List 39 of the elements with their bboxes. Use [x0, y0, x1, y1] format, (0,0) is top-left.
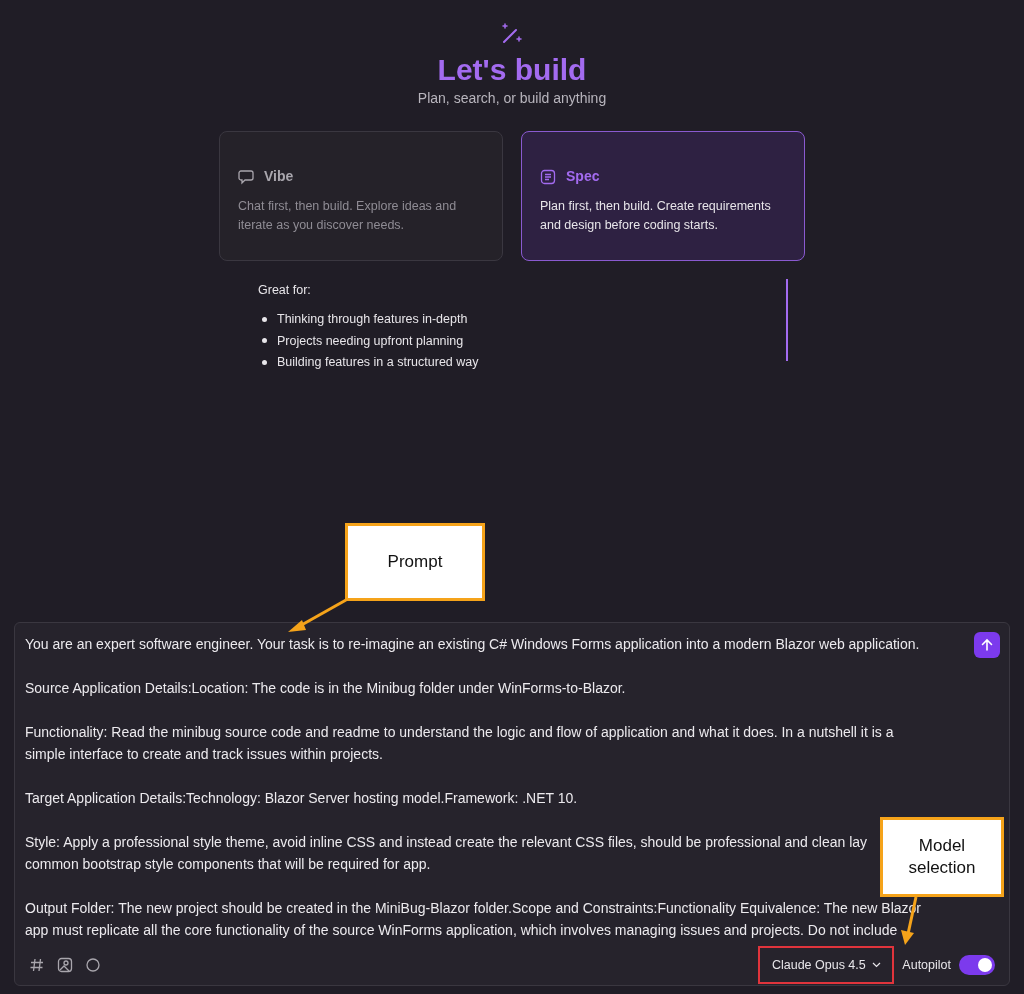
autopilot-toggle[interactable]	[959, 955, 995, 975]
prompt-text: simple interface to create and track issues within projects.	[25, 745, 383, 764]
image-icon[interactable]	[57, 957, 73, 973]
prompt-text: Style: Apply a professional style theme, avoid inline CSS and instead create the relevant CSS files, should be professional and clean lay	[25, 833, 868, 852]
prompt-box[interactable]	[14, 622, 1010, 986]
document-icon	[540, 168, 556, 185]
bullet-icon	[262, 338, 267, 344]
prompt-text: Functionality: Read the minibug source code and readme to understand the logic and flow of application and what it does. In a nutshell it is a	[25, 723, 894, 742]
callout-arrow	[286, 598, 348, 634]
speech-bubble-icon	[238, 168, 254, 185]
prompt-text: Target Application Details:Technology: Blazor Server hosting model.Framework: .NET 10.	[25, 789, 578, 808]
circle-icon[interactable]	[85, 957, 101, 973]
mode-card[interactable]: Spec Plan first, then build. Create requirements and design before coding starts.	[521, 131, 805, 261]
feature-item: Thinking through features in-depth	[277, 310, 468, 328]
mode-title: Vibe	[264, 167, 294, 186]
section-heading: Great for:	[258, 282, 312, 299]
mode-description: Plan first, then build. Create requirements and design before coding starts.	[540, 198, 772, 234]
feature-item: Projects needing upfront planning	[277, 332, 464, 350]
page-subtitle: Plan, search, or build anything	[417, 89, 607, 108]
mode-card[interactable]: Vibe Chat first, then build. Explore ideas and iterate as you discover needs.	[219, 131, 503, 261]
model-dropdown[interactable]: Claude Opus 4.5	[767, 951, 885, 979]
prompt-text: common bootstrap style components that will be required for app.	[25, 855, 431, 874]
mode-title: Spec	[566, 167, 600, 186]
prompt-text: Source Application Details:Location: The code is in the Minibug folder under WinForms-to-Blazor.	[25, 679, 626, 698]
hash-icon[interactable]	[29, 957, 45, 973]
bullet-icon	[262, 316, 267, 322]
prompt-text: You are an expert software engineer. Your task is to re-imagine an existing C# Windows Forms application into a modern Blazor web application.	[25, 635, 920, 654]
autopilot-label: Autopilot	[902, 956, 951, 974]
arrow-up-icon	[980, 638, 994, 652]
feature-item: Building features in a structured way	[277, 354, 479, 372]
page-title: Let's build	[437, 52, 587, 88]
callout-label: Model selection	[880, 817, 1004, 897]
bullet-icon	[262, 360, 267, 366]
send-button[interactable]	[974, 632, 1000, 658]
magic-wand-icon	[500, 22, 524, 46]
mode-description: Chat first, then build. Explore ideas and iterate as you discover needs.	[238, 198, 458, 234]
callout-label: Prompt	[345, 523, 485, 601]
prompt-text: app must replicate all the core functionality of the source WinForms application, which involves managing issues and projects. Do not include	[25, 921, 898, 940]
chevron-down-icon	[871, 962, 881, 968]
